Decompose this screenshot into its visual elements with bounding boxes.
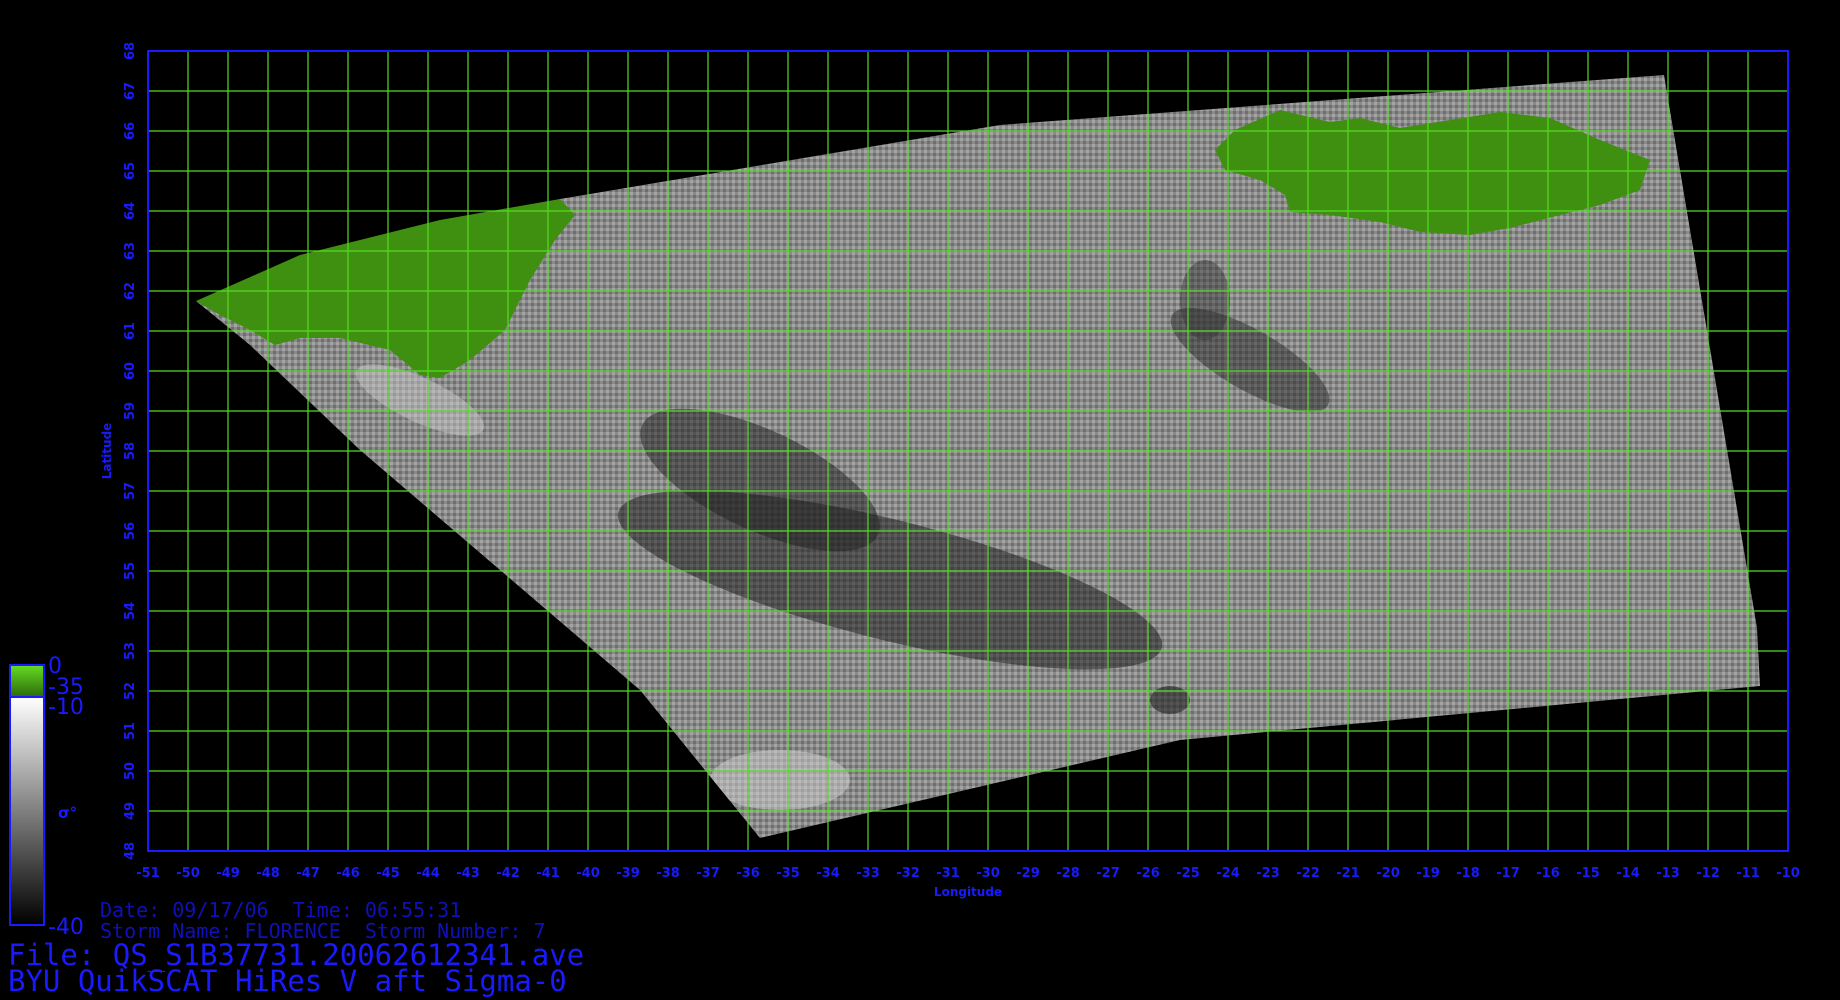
longitude-tick-label: -28 (1056, 866, 1080, 881)
longitude-tick-label: -38 (656, 866, 680, 881)
longitude-tick-label: -33 (856, 866, 880, 881)
latitude-tick-label: 53 (123, 642, 138, 660)
latitude-tick-label: 54 (123, 602, 138, 620)
longitude-tick-label: -49 (216, 866, 240, 881)
latitude-tick-label: 67 (123, 82, 138, 100)
longitude-tick-label: -30 (976, 866, 1000, 881)
longitude-tick-label: -22 (1296, 866, 1320, 881)
longitude-tick-label: -20 (1376, 866, 1400, 881)
colorbar: 0 -35 -10 -40 σ° (9, 654, 84, 940)
longitude-tick-label: -39 (616, 866, 640, 881)
longitude-tick-label: -10 (1776, 866, 1800, 881)
latitude-tick-label: 49 (123, 802, 138, 820)
longitude-tick-label: -41 (536, 866, 560, 881)
longitude-tick-label: -15 (1576, 866, 1600, 881)
latitude-tick-label: 63 (123, 242, 138, 260)
latitude-tick-label: 50 (123, 762, 138, 780)
latitude-tick-label: 66 (123, 122, 138, 140)
longitude-tick-label: -29 (1016, 866, 1040, 881)
graticule (147, 50, 1789, 852)
longitude-tick-label: -42 (496, 866, 520, 881)
longitude-tick-label: -14 (1616, 866, 1640, 881)
latitude-tick-label: 65 (123, 162, 138, 180)
longitude-tick-label: -17 (1496, 866, 1520, 881)
longitude-tick-label: -24 (1216, 866, 1240, 881)
longitude-tick-label: -46 (336, 866, 360, 881)
longitude-tick-label: -19 (1416, 866, 1440, 881)
latitude-tick-label: 60 (123, 362, 138, 380)
longitude-tick-label: -25 (1176, 866, 1200, 881)
longitude-tick-label: -12 (1696, 866, 1720, 881)
longitude-ticks: -51 -50 -49 -48 -47 -46 -45 -44 -43 -42 -41 -40 -39 -… (136, 866, 1800, 881)
latitude-tick-label: 56 (123, 522, 138, 540)
colorbar-sigma-gradient (9, 696, 45, 926)
longitude-tick-label: -35 (776, 866, 800, 881)
longitude-tick-label: -16 (1536, 866, 1560, 881)
colorbar-land-swatch (9, 664, 45, 698)
latitude-tick-label: 68 (123, 42, 138, 60)
longitude-tick-label: -11 (1736, 866, 1760, 881)
latitude-tick-label: 58 (123, 442, 138, 460)
latitude-tick-label: 62 (123, 282, 138, 300)
longitude-tick-label: -48 (256, 866, 280, 881)
longitude-tick-label: -18 (1456, 866, 1480, 881)
latitude-tick-label: 64 (123, 202, 138, 220)
longitude-tick-label: -40 (576, 866, 600, 881)
longitude-tick-label: -45 (376, 866, 400, 881)
longitude-tick-label: -31 (936, 866, 960, 881)
scatterometer-map: -51 -50 -49 -48 -47 -46 -45 -44 -43 -42 -41 -40 -39 -… (9, 42, 1800, 940)
colorbar-sigma-bottom: -40 (48, 915, 84, 940)
product-title-line: BYU QuikSCAT HiRes V aft Sigma-0 (8, 964, 567, 998)
longitude-tick-label: -36 (736, 866, 760, 881)
latitude-tick-label: 48 (123, 842, 138, 860)
latitude-tick-label: 61 (123, 322, 138, 340)
longitude-tick-label: -50 (176, 866, 200, 881)
colorbar-sigma-symbol: σ° (58, 804, 77, 822)
latitude-tick-label: 51 (123, 722, 138, 740)
y-axis-title: Latitude (100, 423, 114, 480)
longitude-tick-label: -43 (456, 866, 480, 881)
longitude-tick-label: -32 (896, 866, 920, 881)
longitude-tick-label: -37 (696, 866, 720, 881)
longitude-tick-label: -27 (1096, 866, 1120, 881)
longitude-tick-label: -13 (1656, 866, 1680, 881)
x-axis-title: Longitude (934, 885, 1002, 899)
latitude-tick-label: 59 (123, 402, 138, 420)
latitude-tick-label: 55 (123, 562, 138, 580)
latitude-tick-label: 52 (123, 682, 138, 700)
longitude-tick-label: -51 (136, 866, 160, 881)
longitude-tick-label: -44 (416, 866, 440, 881)
longitude-tick-label: -26 (1136, 866, 1160, 881)
longitude-tick-label: -21 (1336, 866, 1360, 881)
longitude-tick-label: -23 (1256, 866, 1280, 881)
latitude-ticks: 48 49 50 51 52 53 54 55 56 57 58 59 60 61 62 63 64 65 66 67… (123, 42, 138, 860)
longitude-tick-label: -34 (816, 866, 840, 881)
longitude-tick-label: -47 (296, 866, 320, 881)
latitude-tick-label: 57 (123, 482, 138, 500)
colorbar-sigma-top: -10 (48, 695, 84, 720)
